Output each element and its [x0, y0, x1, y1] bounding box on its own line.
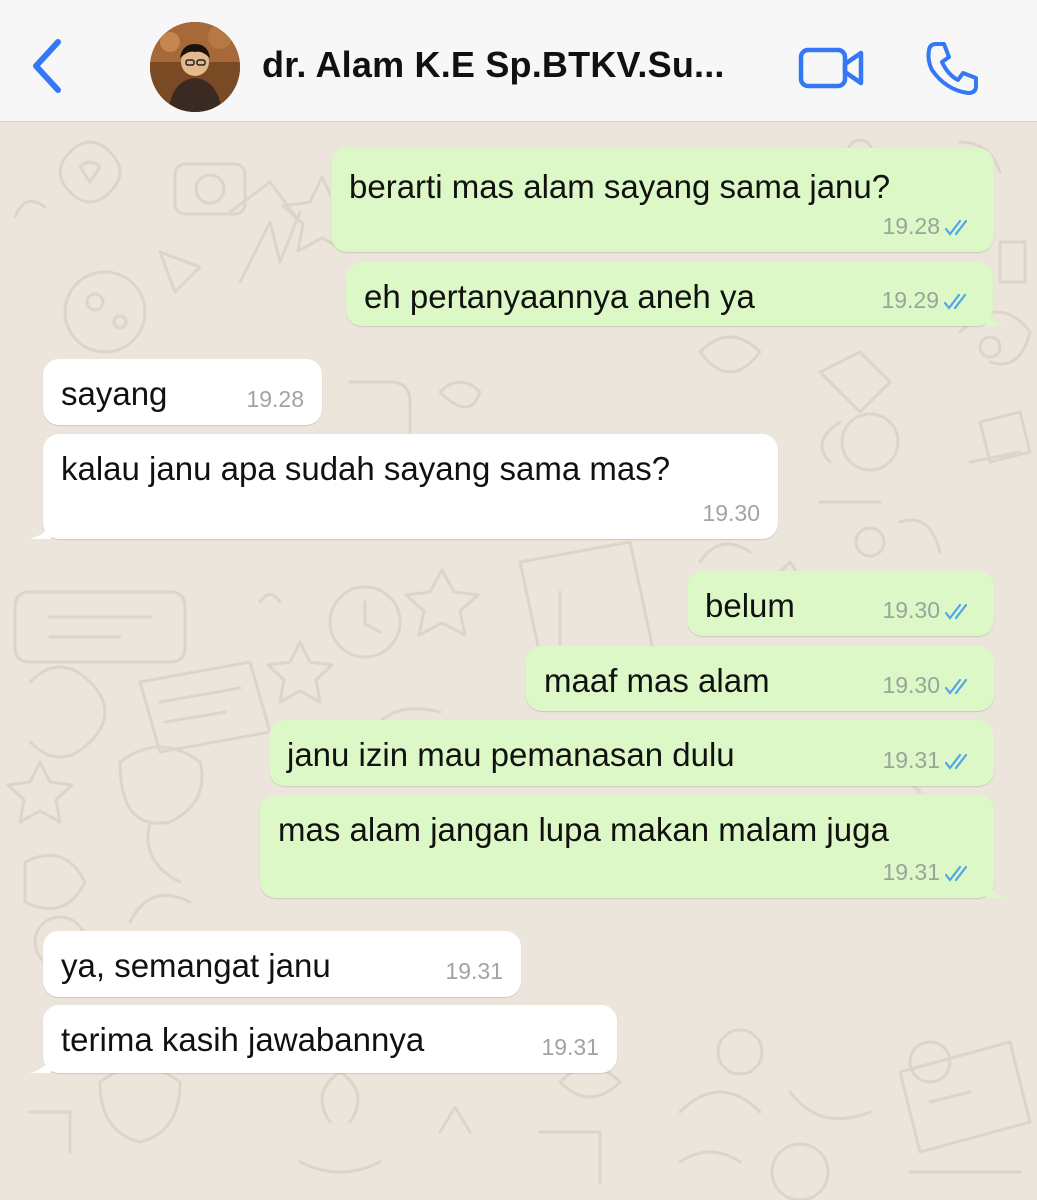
read-receipt-icon	[944, 603, 968, 620]
chat-header: dr. Alam K.E Sp.BTKV.Su...	[0, 0, 1037, 122]
message-text: berarti mas alam sayang sama janu?	[349, 168, 891, 205]
read-receipt-icon	[944, 678, 968, 695]
chat-area[interactable]: berarti mas alam sayang sama janu? 19.28 e…	[0, 122, 1037, 1200]
bubble-tail	[986, 876, 1008, 898]
outgoing-message-bubble[interactable]: eh pertanyaannya aneh ya 19.29	[346, 262, 1007, 326]
message-text: ya, semangat janu	[61, 947, 331, 984]
phone-icon	[926, 42, 978, 95]
read-receipt-icon	[944, 865, 968, 882]
outgoing-message-bubble[interactable]: janu izin mau pemanasan dulu 19.31	[269, 720, 994, 786]
chevron-left-icon	[33, 39, 61, 93]
message-text: terima kasih jawabannya	[61, 1021, 425, 1058]
avatar[interactable]	[150, 22, 240, 112]
incoming-message-bubble[interactable]: sayang 19.28	[43, 359, 322, 425]
message-timestamp: 19.30	[882, 672, 940, 698]
message-timestamp: 19.31	[541, 1034, 599, 1060]
incoming-message-bubble[interactable]: kalau janu apa sudah sayang sama mas? 19.…	[29, 434, 778, 539]
message-text: mas alam jangan lupa makan malam juga	[278, 811, 889, 848]
message-timestamp: 19.28	[882, 213, 940, 239]
message-timestamp: 19.29	[881, 287, 939, 313]
incoming-message-bubble[interactable]: ya, semangat janu 19.31	[43, 931, 521, 997]
read-receipt-icon	[943, 293, 967, 310]
voice-call-button[interactable]	[922, 38, 982, 98]
back-button[interactable]	[24, 36, 74, 96]
message-text: kalau janu apa sudah sayang sama mas?	[61, 450, 671, 487]
message-timestamp: 19.30	[882, 597, 940, 623]
message-timestamp: 19.28	[246, 386, 304, 412]
video-call-button[interactable]	[798, 44, 866, 92]
outgoing-message-bubble[interactable]: mas alam jangan lupa makan malam juga 19.…	[260, 795, 1008, 898]
message-text: maaf mas alam	[544, 662, 770, 699]
message-timestamp: 19.31	[445, 958, 503, 984]
message-timestamp: 19.31	[882, 859, 940, 885]
bubble-tail	[985, 304, 1007, 326]
message-text: janu izin mau pemanasan dulu	[287, 736, 735, 773]
read-receipt-icon	[944, 753, 968, 770]
message-text: sayang	[61, 375, 168, 412]
outgoing-message-bubble[interactable]: berarti mas alam sayang sama janu? 19.28	[331, 148, 994, 252]
outgoing-message-bubble[interactable]: belum 19.30	[687, 571, 994, 636]
outgoing-message-bubble[interactable]: maaf mas alam 19.30	[526, 646, 994, 711]
avatar-photo	[150, 22, 240, 112]
contact-name[interactable]: dr. Alam K.E Sp.BTKV.Su...	[262, 44, 782, 86]
message-text: eh pertanyaannya aneh ya	[364, 278, 755, 315]
video-camera-icon	[798, 47, 864, 89]
message-timestamp: 19.31	[882, 747, 940, 773]
read-receipt-icon	[944, 219, 968, 236]
message-text: belum	[705, 587, 795, 624]
incoming-message-bubble[interactable]: terima kasih jawabannya 19.31	[29, 1005, 617, 1073]
bubble-tail	[29, 1051, 51, 1073]
message-timestamp: 19.30	[702, 500, 760, 526]
bubble-tail	[29, 517, 51, 539]
